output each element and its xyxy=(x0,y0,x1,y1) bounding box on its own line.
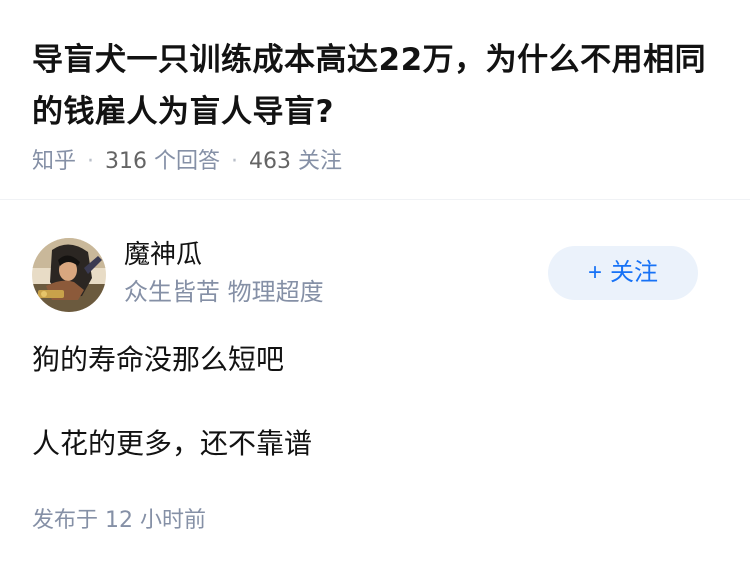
meta-separator: · xyxy=(87,149,95,174)
avatar-image xyxy=(32,238,106,312)
source-label[interactable]: 知乎 xyxy=(32,149,76,174)
answer-count: 316 xyxy=(105,149,148,174)
answer-count-label: 个回答 xyxy=(154,149,221,174)
author-headline: 众生皆苦 物理超度 xyxy=(124,278,324,306)
author-row: 魔神瓜 众生皆苦 物理超度 + 关注 xyxy=(32,236,698,312)
answer-timestamp: 发布于 12 小时前 xyxy=(32,503,206,539)
follower-count-label: 关注 xyxy=(298,149,343,174)
answer-body: 狗的寿命没那么短吧 人花的更多，还不靠谱 xyxy=(32,336,722,468)
timestamp-value: 12 小时前 xyxy=(105,508,207,533)
meta-separator: · xyxy=(231,149,239,174)
question-title[interactable]: 导盲犬一只训练成本高达22万，为什么不用相同的钱雇人为盲人导盲? xyxy=(32,34,722,138)
timestamp-prefix: 发布于 xyxy=(32,508,99,533)
answer-paragraph: 人花的更多，还不靠谱 xyxy=(32,427,313,460)
answer-paragraph: 狗的寿命没那么短吧 xyxy=(32,343,285,376)
follower-count: 463 xyxy=(249,149,292,174)
author-name[interactable]: 魔神瓜 xyxy=(124,236,324,274)
follow-button[interactable]: + 关注 xyxy=(548,246,698,300)
question-meta: 知乎 · 316 个回答 · 463 关注 xyxy=(32,142,722,182)
follow-button-label: 关注 xyxy=(610,259,658,286)
section-divider xyxy=(0,199,750,200)
avatar[interactable] xyxy=(32,238,106,312)
plus-icon: + xyxy=(587,259,602,286)
author-info: 魔神瓜 众生皆苦 物理超度 xyxy=(124,236,324,310)
question-header: 导盲犬一只训练成本高达22万，为什么不用相同的钱雇人为盲人导盲? 知乎 · 316 … xyxy=(32,34,722,182)
